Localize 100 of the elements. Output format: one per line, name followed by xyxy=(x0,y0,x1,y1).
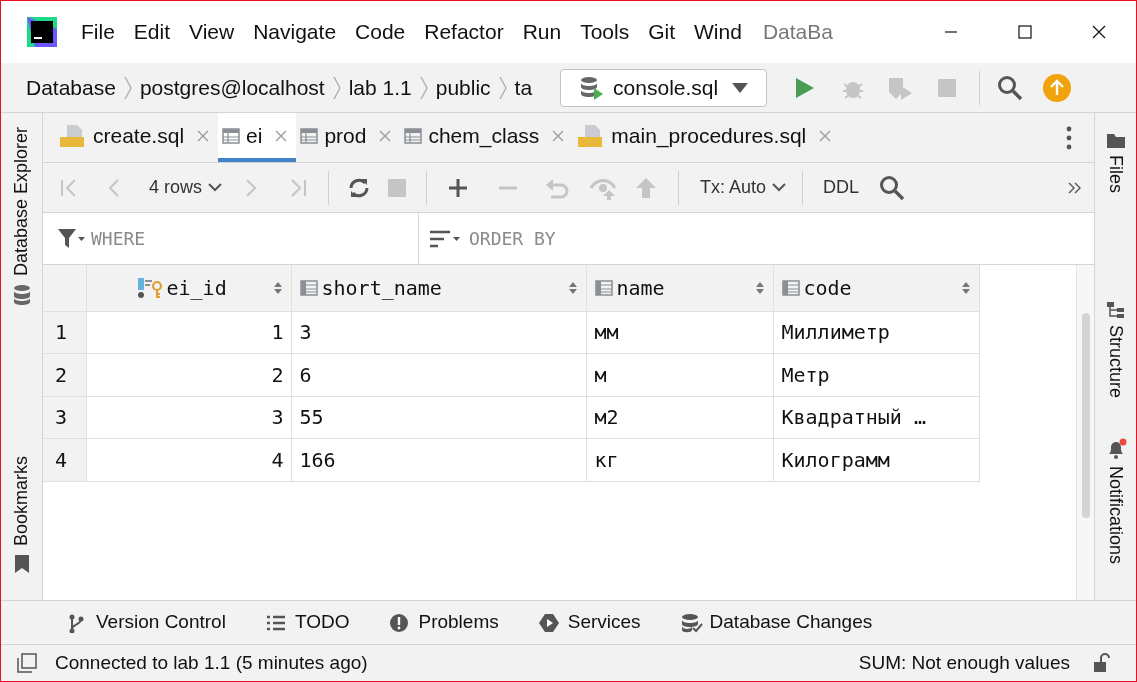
caret-icon xyxy=(732,82,749,93)
breadcrumb-item[interactable]: ta xyxy=(514,71,533,104)
breadcrumb-item[interactable]: lab 1.1 xyxy=(348,71,412,104)
column-icon xyxy=(781,279,800,296)
sum-indicator: SUM: Not enough values xyxy=(858,650,1070,675)
table-cell: Квадратный … xyxy=(781,405,926,430)
table-cell: мм xyxy=(594,320,619,345)
chevron-icon xyxy=(208,182,222,193)
table-icon xyxy=(222,127,241,144)
menu-item[interactable]: Navigate xyxy=(253,16,337,48)
menu-item[interactable]: Wind xyxy=(694,16,742,48)
table-cell: м xyxy=(594,362,607,387)
panel-toggle-icon[interactable] xyxy=(17,653,37,673)
tool-window-button[interactable]: Database Changes xyxy=(680,608,873,637)
editor-tab[interactable]: prod xyxy=(296,113,401,162)
menu-item[interactable]: Git xyxy=(648,16,676,48)
tool-window-tab[interactable]: Files xyxy=(1102,155,1129,193)
transaction-mode-dropdown[interactable]: Tx: Auto xyxy=(700,174,787,201)
table-cell: 3 xyxy=(271,405,284,430)
editor-tab[interactable]: main_procedures.sql xyxy=(573,113,841,162)
table-cell: 6 xyxy=(299,362,312,387)
table-icon xyxy=(404,127,423,144)
add-icon[interactable] xyxy=(447,176,469,199)
window-title: DataBa xyxy=(762,19,834,46)
update-icon[interactable] xyxy=(1043,73,1072,102)
tool-window-tab[interactable]: Structure xyxy=(1102,325,1129,399)
app-logo-icon xyxy=(25,15,59,49)
search-icon[interactable] xyxy=(997,74,1024,101)
sort-icon xyxy=(272,280,283,295)
order-by-field[interactable]: ORDER BY xyxy=(469,213,1094,264)
column-header[interactable]: code xyxy=(781,272,971,303)
tool-window-button[interactable]: Services xyxy=(538,608,641,637)
last-page-icon[interactable] xyxy=(288,177,308,198)
tool-window-button[interactable]: Problems xyxy=(389,608,499,637)
row-number: 4 xyxy=(55,447,68,472)
menu-item[interactable]: Refactor xyxy=(424,16,504,48)
next-icon[interactable] xyxy=(244,177,258,198)
page-size-dropdown[interactable]: 4 rows xyxy=(149,174,222,201)
more-icon[interactable] xyxy=(1068,181,1082,194)
editor-tab[interactable]: chem_class xyxy=(400,113,574,162)
tool-window-tab[interactable]: Notifications xyxy=(1102,466,1129,565)
structure-icon xyxy=(1105,301,1126,319)
chevron-icon xyxy=(772,182,787,193)
coverage-icon[interactable] xyxy=(887,75,914,100)
row-number: 3 xyxy=(55,405,68,430)
breadcrumb-item[interactable]: Database xyxy=(26,71,116,104)
table-cell: 2 xyxy=(271,362,284,387)
tool-window-button[interactable]: Version Control xyxy=(67,608,226,637)
run-icon[interactable] xyxy=(793,76,816,99)
sort-lines-icon xyxy=(429,228,463,249)
stop-icon[interactable] xyxy=(387,177,407,198)
menu-item[interactable]: View xyxy=(189,16,235,48)
breadcrumb-item[interactable]: postgres@localhost xyxy=(139,71,325,104)
filter-icon xyxy=(57,227,85,250)
sql-file-icon xyxy=(59,123,87,148)
editor-tab[interactable]: ei xyxy=(218,113,297,162)
first-page-icon[interactable] xyxy=(59,177,79,198)
table-cell: м2 xyxy=(594,405,619,430)
where-field[interactable]: WHERE xyxy=(91,213,418,264)
sort-icon xyxy=(754,280,765,295)
column-header[interactable]: name xyxy=(594,272,765,303)
column-icon xyxy=(299,279,318,296)
search-icon[interactable] xyxy=(879,174,906,201)
run-configuration-dropdown[interactable]: console.sql xyxy=(560,68,768,107)
table-cell: 1 xyxy=(271,320,284,345)
table-cell: кг xyxy=(594,447,619,472)
breadcrumb-item[interactable]: public xyxy=(435,71,491,104)
sort-icon xyxy=(960,280,971,295)
table-cell: 166 xyxy=(299,447,336,472)
undo-icon[interactable] xyxy=(545,176,569,199)
tool-window-button[interactable]: TODO xyxy=(265,608,350,637)
table-icon xyxy=(300,127,319,144)
tool-window-tab[interactable]: Database Explorer xyxy=(8,127,35,277)
menu-item[interactable]: Edit xyxy=(133,16,171,48)
menu-item[interactable]: Code xyxy=(355,16,406,48)
more-icon[interactable] xyxy=(1066,125,1072,150)
stop-icon[interactable] xyxy=(937,77,958,98)
play-hexagon-icon xyxy=(538,612,561,633)
menu-item[interactable]: Tools xyxy=(580,16,630,48)
ddl-button[interactable]: DDL xyxy=(823,174,860,201)
menu-item[interactable]: Run xyxy=(522,16,562,48)
submit-icon[interactable] xyxy=(635,176,657,199)
maximize-icon[interactable] xyxy=(1017,24,1033,40)
column-icon xyxy=(594,279,613,296)
sort-icon xyxy=(567,280,578,295)
table-cell: Метр xyxy=(781,362,830,387)
column-header[interactable]: ei_id xyxy=(94,272,283,303)
column-header[interactable]: short_name xyxy=(299,272,578,303)
unlock-icon[interactable] xyxy=(1092,652,1112,674)
table-cell: 4 xyxy=(271,447,284,472)
close-icon[interactable] xyxy=(1091,24,1107,40)
table-cell: Килограмм xyxy=(781,447,890,472)
database-check-icon xyxy=(680,612,703,633)
scrollbar-thumb[interactable] xyxy=(1081,313,1090,518)
previous-icon[interactable] xyxy=(107,177,121,198)
tool-window-tab[interactable]: Bookmarks xyxy=(8,456,35,547)
row-number: 2 xyxy=(55,362,68,387)
editor-tab[interactable]: create.sql xyxy=(55,113,219,162)
menu-item[interactable]: File xyxy=(81,16,115,48)
table-cell: 3 xyxy=(299,320,312,345)
